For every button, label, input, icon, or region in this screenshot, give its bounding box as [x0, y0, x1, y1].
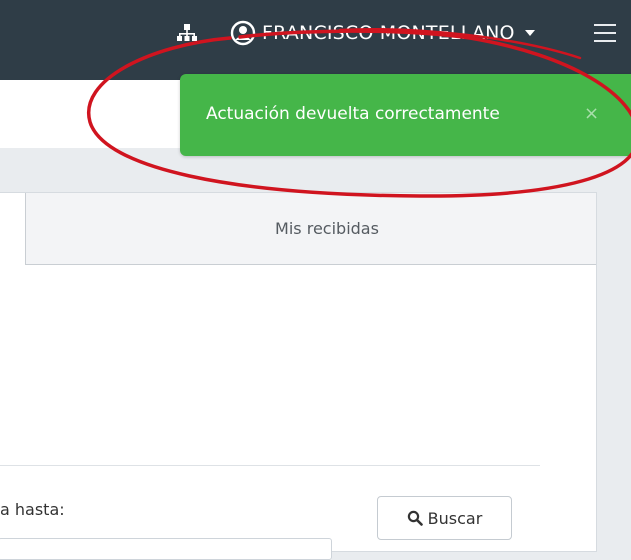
success-toast: Actuación devuelta correctamente ×: [180, 74, 631, 156]
date-to-input[interactable]: [0, 538, 332, 560]
date-to-label: a hasta:: [0, 500, 65, 519]
tab-mis-recibidas[interactable]: Mis recibidas: [26, 193, 596, 265]
tabs-row: Mis recibidas: [0, 193, 597, 265]
caret-down-icon: [524, 30, 535, 36]
tab-previous[interactable]: [0, 193, 26, 265]
toast-message: Actuación devuelta correctamente: [206, 104, 500, 124]
user-circle-icon: [230, 20, 256, 46]
top-navbar: FRANCISCO MONTELLANO: [0, 0, 631, 80]
search-button[interactable]: Buscar: [377, 496, 512, 540]
tab-mis-recibidas-label: Mis recibidas: [275, 219, 379, 238]
section-divider: [0, 465, 540, 466]
menu-hamburger-icon[interactable]: [594, 24, 616, 44]
main-card: Mis recibidas a hasta: Buscar: [0, 192, 597, 560]
search-icon: [407, 510, 423, 526]
org-structure-icon[interactable]: [176, 22, 198, 44]
toast-close-icon[interactable]: ×: [584, 103, 599, 124]
user-menu[interactable]: FRANCISCO MONTELLANO: [230, 18, 535, 48]
user-name: FRANCISCO MONTELLANO: [262, 22, 515, 44]
search-button-label: Buscar: [427, 508, 483, 528]
